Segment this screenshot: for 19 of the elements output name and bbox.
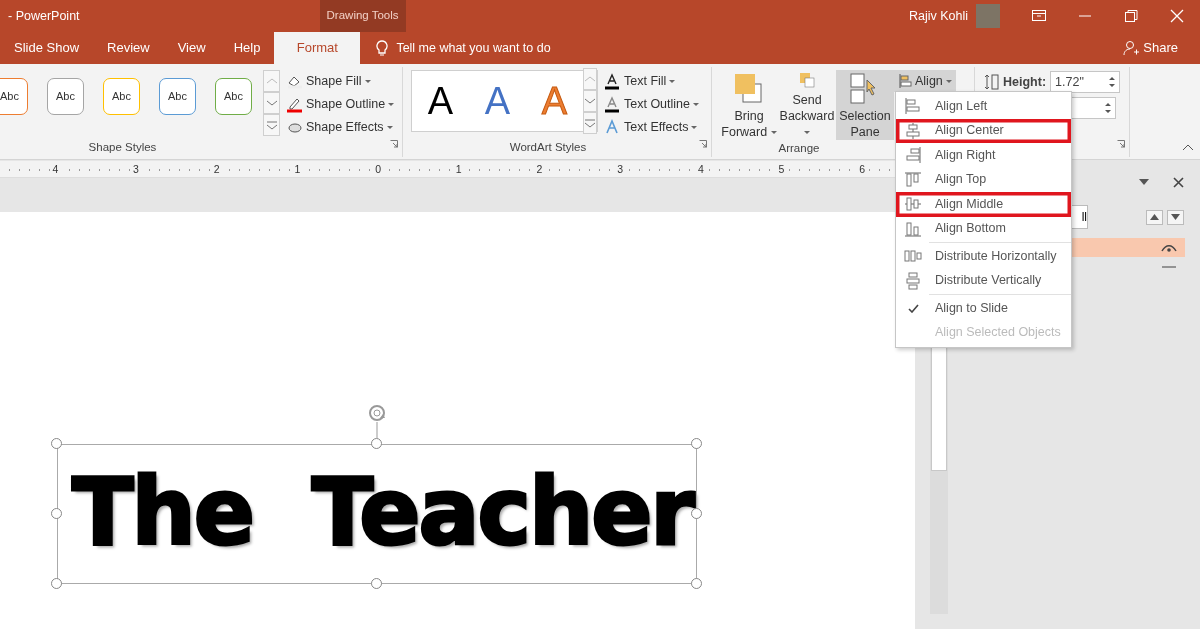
group-label: Arrange [777,141,821,156]
ruler-number: 2 [211,163,222,175]
ruler-number: 1 [292,163,303,175]
ruler-number: 2 [534,163,545,175]
ruler-number: 5 [776,163,787,175]
ruler-number: 3 [131,163,141,175]
group-label: WordArt Styles [508,140,588,155]
ruler-number: 1 [453,163,464,175]
slide-title: The Teacher [72,463,693,563]
ruler-number: 0 [373,163,383,175]
field-label: Height: [1003,73,1047,91]
ruler-number: 4 [50,163,61,175]
ruler-number: 3 [615,163,626,175]
group-label: Shape Styles [87,140,158,155]
ruler-number: 6 [857,163,868,175]
menu-item: Align Selected Objects [896,320,1071,345]
context-tab-header: Drawing Tools [319,0,406,32]
app-title: - PowerPoint [8,7,80,25]
ruler-number: 4 [695,163,706,175]
